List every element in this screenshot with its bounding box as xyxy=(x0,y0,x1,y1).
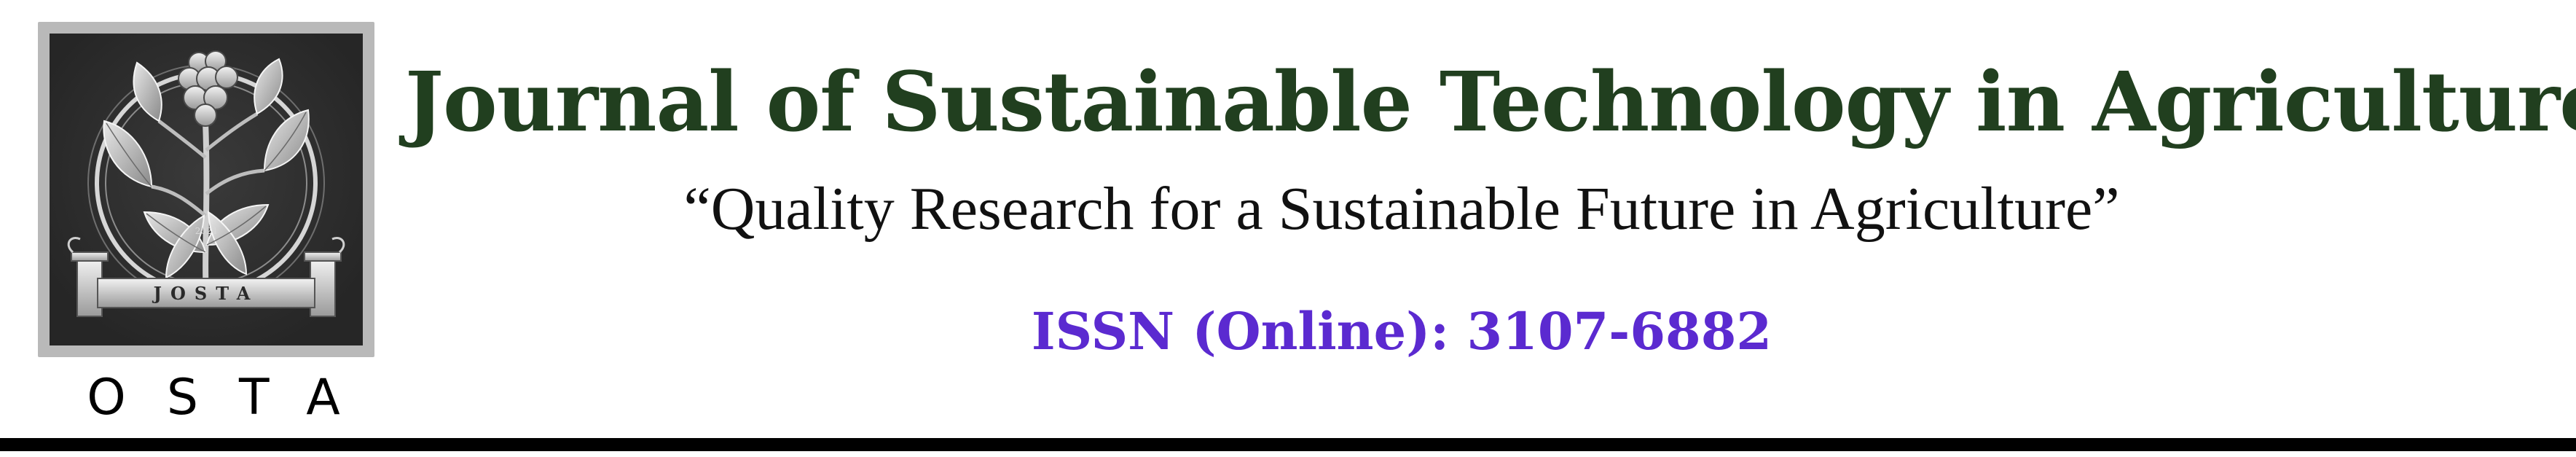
header-divider xyxy=(0,438,2576,451)
journal-title: Journal of Sustainable Technology in Agr… xyxy=(405,55,2576,150)
journal-tagline: “Quality Research for a Sustainable Futu… xyxy=(683,175,2120,243)
emblem-year-text: 2024 xyxy=(195,226,218,236)
journal-logo: 2024 JOSTA xyxy=(38,22,374,357)
logo-caption: JOSTA xyxy=(42,362,370,431)
emblem-badge-text: JOSTA xyxy=(152,283,259,304)
logo-caption-text: JOSTA xyxy=(42,369,370,426)
journal-emblem-icon: 2024 JOSTA xyxy=(50,34,363,345)
journal-issn: ISSN (Online): 3107-6882 xyxy=(1031,301,1772,362)
